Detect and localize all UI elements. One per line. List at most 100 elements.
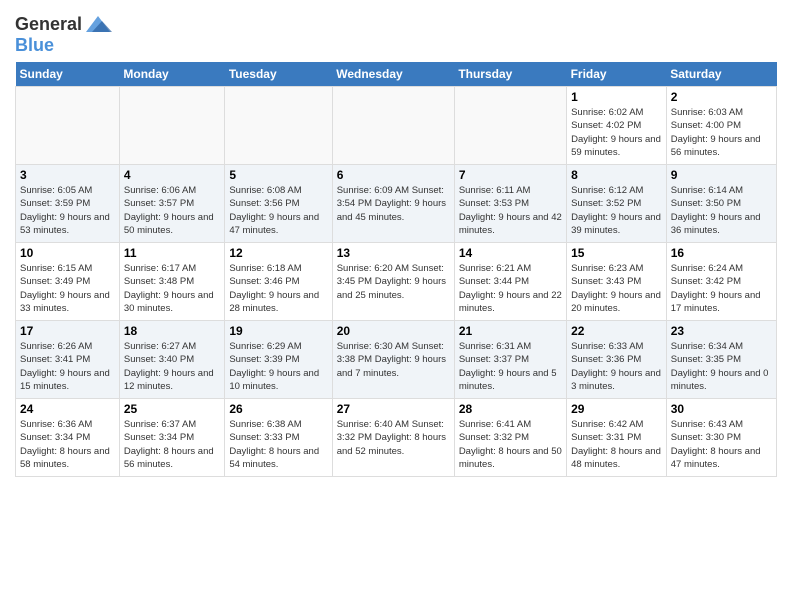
- day-number: 24: [20, 402, 115, 416]
- header: General Blue: [15, 10, 777, 56]
- day-info: Sunrise: 6:40 AM Sunset: 3:32 PM Dayligh…: [337, 418, 450, 458]
- day-number: 26: [229, 402, 327, 416]
- day-number: 2: [671, 90, 772, 104]
- calendar-cell: 20 Sunrise: 6:30 AM Sunset: 3:38 PM Dayli…: [332, 321, 454, 399]
- day-info: Sunrise: 6:05 AM Sunset: 3:59 PM Dayligh…: [20, 184, 115, 237]
- calendar-cell: 3 Sunrise: 6:05 AM Sunset: 3:59 PM Daylig…: [16, 165, 120, 243]
- calendar-cell: 8Sunrise: 6:12 AM Sunset: 3:52 PM Daylig…: [567, 165, 667, 243]
- day-info: Sunrise: 6:34 AM Sunset: 3:35 PM Dayligh…: [671, 340, 772, 393]
- day-number: 9: [671, 168, 772, 182]
- day-number: 28: [459, 402, 562, 416]
- day-number: 25: [124, 402, 220, 416]
- calendar-cell: 26 Sunrise: 6:38 AM Sunset: 3:33 PM Dayli…: [225, 399, 332, 477]
- day-info: Sunrise: 6:15 AM Sunset: 3:49 PM Dayligh…: [20, 262, 115, 315]
- calendar-week-1: 1 Sunrise: 6:02 AM Sunset: 4:02 PM Daylig…: [16, 87, 777, 165]
- day-info: Sunrise: 6:31 AM Sunset: 3:37 PM Dayligh…: [459, 340, 562, 393]
- calendar-header-monday: Monday: [119, 62, 224, 87]
- day-info: Sunrise: 6:14 AM Sunset: 3:50 PM Dayligh…: [671, 184, 772, 237]
- day-number: 30: [671, 402, 772, 416]
- calendar-cell: 16 Sunrise: 6:24 AM Sunset: 3:42 PM Dayli…: [666, 243, 776, 321]
- day-number: 17: [20, 324, 115, 338]
- calendar-cell: 19Sunrise: 6:29 AM Sunset: 3:39 PM Dayli…: [225, 321, 332, 399]
- day-info: Sunrise: 6:21 AM Sunset: 3:44 PM Dayligh…: [459, 262, 562, 315]
- day-info: Sunrise: 6:18 AM Sunset: 3:46 PM Dayligh…: [229, 262, 327, 315]
- day-info: Sunrise: 6:23 AM Sunset: 3:43 PM Dayligh…: [571, 262, 662, 315]
- day-number: 29: [571, 402, 662, 416]
- day-number: 11: [124, 246, 220, 260]
- calendar-cell: 6 Sunrise: 6:09 AM Sunset: 3:54 PM Daylig…: [332, 165, 454, 243]
- day-number: 22: [571, 324, 662, 338]
- calendar-header-sunday: Sunday: [16, 62, 120, 87]
- calendar-header-wednesday: Wednesday: [332, 62, 454, 87]
- day-info: Sunrise: 6:41 AM Sunset: 3:32 PM Dayligh…: [459, 418, 562, 471]
- calendar-cell: 23 Sunrise: 6:34 AM Sunset: 3:35 PM Dayli…: [666, 321, 776, 399]
- day-number: 16: [671, 246, 772, 260]
- day-number: 6: [337, 168, 450, 182]
- calendar-header-saturday: Saturday: [666, 62, 776, 87]
- day-number: 5: [229, 168, 327, 182]
- main-container: General Blue SundayMondayTuesdayWednesda…: [0, 0, 792, 482]
- day-info: Sunrise: 6:06 AM Sunset: 3:57 PM Dayligh…: [124, 184, 220, 237]
- calendar-cell: 5 Sunrise: 6:08 AM Sunset: 3:56 PM Daylig…: [225, 165, 332, 243]
- calendar-cell: 29 Sunrise: 6:42 AM Sunset: 3:31 PM Dayli…: [567, 399, 667, 477]
- day-info: Sunrise: 6:08 AM Sunset: 3:56 PM Dayligh…: [229, 184, 327, 237]
- day-info: Sunrise: 6:38 AM Sunset: 3:33 PM Dayligh…: [229, 418, 327, 471]
- calendar-cell: [225, 87, 332, 165]
- day-info: Sunrise: 6:36 AM Sunset: 3:34 PM Dayligh…: [20, 418, 115, 471]
- day-info: Sunrise: 6:20 AM Sunset: 3:45 PM Dayligh…: [337, 262, 450, 302]
- calendar-cell: 11Sunrise: 6:17 AM Sunset: 3:48 PM Dayli…: [119, 243, 224, 321]
- day-info: Sunrise: 6:30 AM Sunset: 3:38 PM Dayligh…: [337, 340, 450, 380]
- day-number: 3: [20, 168, 115, 182]
- day-info: Sunrise: 6:03 AM Sunset: 4:00 PM Dayligh…: [671, 106, 772, 159]
- calendar-cell: 17Sunrise: 6:26 AM Sunset: 3:41 PM Dayli…: [16, 321, 120, 399]
- calendar-cell: 14Sunrise: 6:21 AM Sunset: 3:44 PM Dayli…: [454, 243, 566, 321]
- calendar-cell: 1 Sunrise: 6:02 AM Sunset: 4:02 PM Daylig…: [567, 87, 667, 165]
- day-number: 4: [124, 168, 220, 182]
- calendar-cell: 15Sunrise: 6:23 AM Sunset: 3:43 PM Dayli…: [567, 243, 667, 321]
- day-number: 19: [229, 324, 327, 338]
- day-info: Sunrise: 6:43 AM Sunset: 3:30 PM Dayligh…: [671, 418, 772, 471]
- calendar-cell: [332, 87, 454, 165]
- calendar-cell: 4 Sunrise: 6:06 AM Sunset: 3:57 PM Daylig…: [119, 165, 224, 243]
- calendar-header-row: SundayMondayTuesdayWednesdayThursdayFrid…: [16, 62, 777, 87]
- calendar-cell: [454, 87, 566, 165]
- day-info: Sunrise: 6:33 AM Sunset: 3:36 PM Dayligh…: [571, 340, 662, 393]
- day-info: Sunrise: 6:27 AM Sunset: 3:40 PM Dayligh…: [124, 340, 220, 393]
- day-number: 18: [124, 324, 220, 338]
- calendar-cell: 22 Sunrise: 6:33 AM Sunset: 3:36 PM Dayli…: [567, 321, 667, 399]
- day-number: 7: [459, 168, 562, 182]
- day-info: Sunrise: 6:09 AM Sunset: 3:54 PM Dayligh…: [337, 184, 450, 224]
- calendar-week-5: 24 Sunrise: 6:36 AM Sunset: 3:34 PM Dayli…: [16, 399, 777, 477]
- calendar-cell: [16, 87, 120, 165]
- day-number: 21: [459, 324, 562, 338]
- day-number: 10: [20, 246, 115, 260]
- day-info: Sunrise: 6:42 AM Sunset: 3:31 PM Dayligh…: [571, 418, 662, 471]
- day-info: Sunrise: 6:02 AM Sunset: 4:02 PM Dayligh…: [571, 106, 662, 159]
- logo-blue-text: Blue: [15, 35, 54, 55]
- day-number: 23: [671, 324, 772, 338]
- calendar-week-2: 3 Sunrise: 6:05 AM Sunset: 3:59 PM Daylig…: [16, 165, 777, 243]
- calendar-cell: 9 Sunrise: 6:14 AM Sunset: 3:50 PM Daylig…: [666, 165, 776, 243]
- calendar-cell: 12 Sunrise: 6:18 AM Sunset: 3:46 PM Dayli…: [225, 243, 332, 321]
- calendar-cell: 18 Sunrise: 6:27 AM Sunset: 3:40 PM Dayli…: [119, 321, 224, 399]
- calendar-cell: 25Sunrise: 6:37 AM Sunset: 3:34 PM Dayli…: [119, 399, 224, 477]
- calendar-header-tuesday: Tuesday: [225, 62, 332, 87]
- calendar-week-4: 17Sunrise: 6:26 AM Sunset: 3:41 PM Dayli…: [16, 321, 777, 399]
- day-number: 12: [229, 246, 327, 260]
- calendar-cell: 27Sunrise: 6:40 AM Sunset: 3:32 PM Dayli…: [332, 399, 454, 477]
- logo-text: General: [15, 15, 82, 35]
- logo: General Blue: [15, 14, 112, 56]
- day-number: 8: [571, 168, 662, 182]
- calendar-cell: 24 Sunrise: 6:36 AM Sunset: 3:34 PM Dayli…: [16, 399, 120, 477]
- calendar-cell: 13 Sunrise: 6:20 AM Sunset: 3:45 PM Dayli…: [332, 243, 454, 321]
- day-number: 20: [337, 324, 450, 338]
- calendar-week-3: 10 Sunrise: 6:15 AM Sunset: 3:49 PM Dayli…: [16, 243, 777, 321]
- calendar-cell: 10 Sunrise: 6:15 AM Sunset: 3:49 PM Dayli…: [16, 243, 120, 321]
- day-number: 1: [571, 90, 662, 104]
- calendar-cell: 21 Sunrise: 6:31 AM Sunset: 3:37 PM Dayli…: [454, 321, 566, 399]
- calendar-cell: 7Sunrise: 6:11 AM Sunset: 3:53 PM Daylig…: [454, 165, 566, 243]
- logo-icon: [84, 14, 112, 36]
- day-info: Sunrise: 6:24 AM Sunset: 3:42 PM Dayligh…: [671, 262, 772, 315]
- day-number: 13: [337, 246, 450, 260]
- calendar-table: SundayMondayTuesdayWednesdayThursdayFrid…: [15, 62, 777, 477]
